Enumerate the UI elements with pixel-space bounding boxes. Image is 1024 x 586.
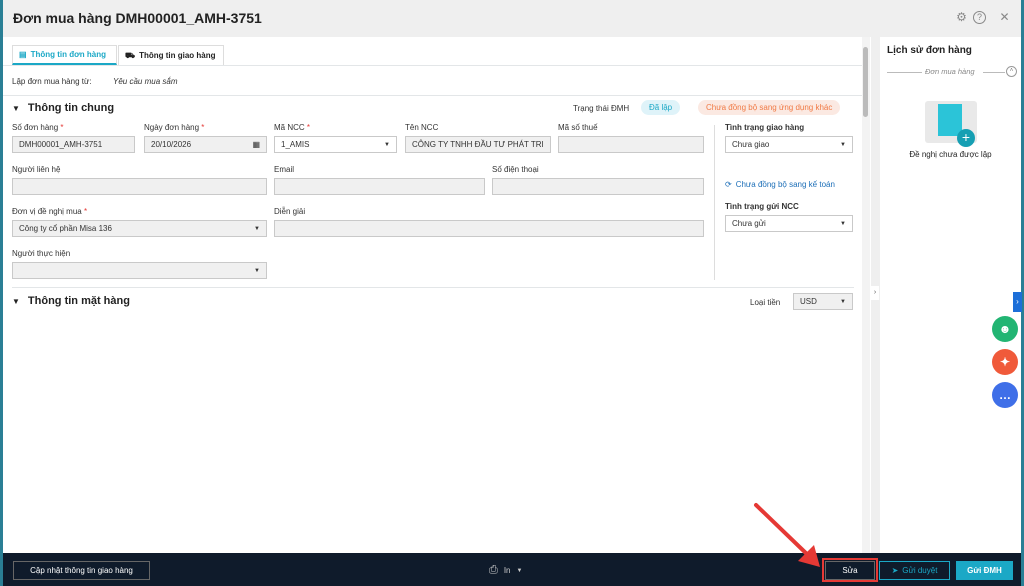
divider [3,65,863,66]
scrollbar-thumb[interactable] [863,47,868,117]
field-value: DMH00001_AMH-3751 [19,140,103,149]
calendar-icon[interactable]: ▦ [252,140,260,149]
currency-select[interactable]: USD ▼ [793,293,853,310]
history-title: Lịch sử đơn hàng [887,45,972,56]
supplier-code-select[interactable]: 1_AMIS ▼ [274,136,397,153]
order-number-input[interactable]: DMH00001_AMH-3751 [12,136,135,153]
executor-select[interactable]: ▼ [12,262,267,279]
dropdown-icon: ▼ [254,267,260,274]
edit-button[interactable]: Sửa [825,561,875,580]
link-label: Chưa đồng bộ sang kế toán [735,180,835,189]
close-icon[interactable]: ✕ [998,11,1011,24]
history-empty-text: Đề nghị chưa được lập [909,150,992,159]
field-label: Số điện thoại [492,165,539,174]
send-approval-button[interactable]: ➤ Gửi duyệt [879,561,950,580]
source-value[interactable]: Yêu cầu mua sắm [113,77,177,86]
page-title: Đơn mua hàng DMH00001_AMH-3751 [13,10,262,26]
expand-tab-icon[interactable]: › [1013,292,1022,312]
field-label: Ngày đơn hàng [144,123,200,132]
tab-label: Thông tin giao hàng [139,51,216,60]
update-delivery-button[interactable]: Cập nhật thông tin giao hàng [13,561,150,580]
items-section-toggle[interactable]: ▼ Thông tin mặt hàng [12,295,130,307]
chat-bot-icon[interactable]: ☻ [992,316,1018,342]
sync-badge: Chưa đồng bộ sang ứng dụng khác [698,100,841,115]
divider [3,95,863,96]
red-arrow-annotation [754,503,820,567]
print-button[interactable]: ⎙ In ▼ [489,564,522,577]
field-value: CÔNG TY TNHH ĐẦU TƯ PHÁT TRI [412,140,544,149]
dropdown-icon[interactable]: ▼ [516,568,522,574]
field-label: Diễn giải [274,207,306,216]
truck-icon: ⛟ [125,50,136,60]
field-label: Email [274,165,295,174]
send-status-select[interactable]: Chưa gửi ▼ [725,215,853,232]
caret-down-icon: ▼ [12,296,20,306]
help-icon[interactable]: ? [973,11,986,24]
description-input[interactable] [274,220,704,237]
print-label: In [503,566,511,575]
field-label: Mã NCC [274,123,305,132]
collapse-panel-icon[interactable]: › [871,286,879,300]
email-input[interactable] [274,178,485,195]
field-label: Tình trạng giao hàng [725,123,805,132]
status-label: Trạng thái ĐMH [573,104,630,113]
divider [714,125,715,280]
tab-order-info[interactable]: ▤ Thông tin đơn hàng [12,45,117,65]
field-label: Mã số thuế [558,123,598,132]
divider [12,287,854,288]
clipboard-icon: ▤ [19,50,27,59]
field-label: Đơn vị đề nghị mua [12,207,82,216]
history-panel: Lịch sử đơn hàng Đơn mua hàng ˄ + Đề ngh… [880,37,1021,553]
ai-sparkle-icon[interactable]: ✦ [992,349,1018,375]
field-label: Tình trạng gửi NCC [725,202,799,211]
scrollbar[interactable] [862,37,870,553]
dropdown-icon: ▼ [384,141,390,148]
delivery-status-select[interactable]: Chưa giao ▼ [725,136,853,153]
section-title: Thông tin mặt hàng [27,295,130,307]
history-section-label: Đơn mua hàng [925,67,975,76]
tab-label: Thông tin đơn hàng [30,50,107,59]
status-badge: Đã lập [641,100,681,115]
field-value: Công ty cổ phần Misa 136 [19,224,112,233]
dropdown-icon: ▼ [840,220,846,227]
printer-icon: ⎙ [489,564,498,576]
general-section-toggle[interactable]: ▼ Thông tin chung [12,102,114,114]
send-order-button[interactable]: Gửi ĐMH [956,561,1013,580]
requesting-unit-select[interactable]: Công ty cổ phần Misa 136 ▼ [12,220,267,237]
document-add-icon: + [925,101,977,147]
field-value: 1_AMIS [281,140,310,149]
field-value: USD [800,297,817,306]
supplier-name-input[interactable]: CÔNG TY TNHH ĐẦU TƯ PHÁT TRI [405,136,551,153]
field-value: Chưa gửi [732,219,766,228]
section-title: Thông tin chung [27,102,115,114]
footer-toolbar: Cập nhật thông tin giao hàng ⎙ In ▼ Sửa ➤ G… [3,553,1021,586]
field-label: Người thực hiện [12,249,71,258]
currency-label: Loại tiền [750,298,781,307]
field-label: Số đơn hàng [12,123,59,132]
dropdown-icon: ▼ [254,225,260,232]
field-label: Tên NCC [405,123,439,132]
sync-icon: ⟳ [725,180,732,189]
main-panel: ▤ Thông tin đơn hàng ⛟ Thông tin giao hàng… [3,37,871,553]
tab-delivery-info[interactable]: ⛟ Thông tin giao hàng [118,45,224,65]
dropdown-icon: ▼ [840,141,846,148]
source-label: Lập đơn mua hàng từ: [12,77,92,86]
collapse-up-icon[interactable]: ˄ [1006,66,1017,77]
field-value: 20/10/2026 [151,140,192,149]
message-icon[interactable]: … [992,382,1018,408]
accounting-sync-link[interactable]: ⟳ Chưa đồng bộ sang kế toán [725,180,835,189]
gear-icon[interactable]: ⚙ [955,11,968,24]
button-label: Gửi duyệt [902,566,938,575]
phone-input[interactable] [492,178,704,195]
order-date-input[interactable]: 20/10/2026 ▦ [144,136,267,153]
contact-input[interactable] [12,178,267,195]
field-label: Người liên hệ [12,165,61,174]
dropdown-icon: ▼ [840,298,846,305]
purchase-order-window: Đơn mua hàng DMH00001_AMH-3751 ⚙ ? ✕ ▤ Th… [3,0,1022,586]
tax-code-input[interactable] [558,136,704,153]
field-value: Chưa giao [732,140,770,149]
caret-down-icon: ▼ [12,103,20,113]
send-icon: ➤ [891,566,899,575]
